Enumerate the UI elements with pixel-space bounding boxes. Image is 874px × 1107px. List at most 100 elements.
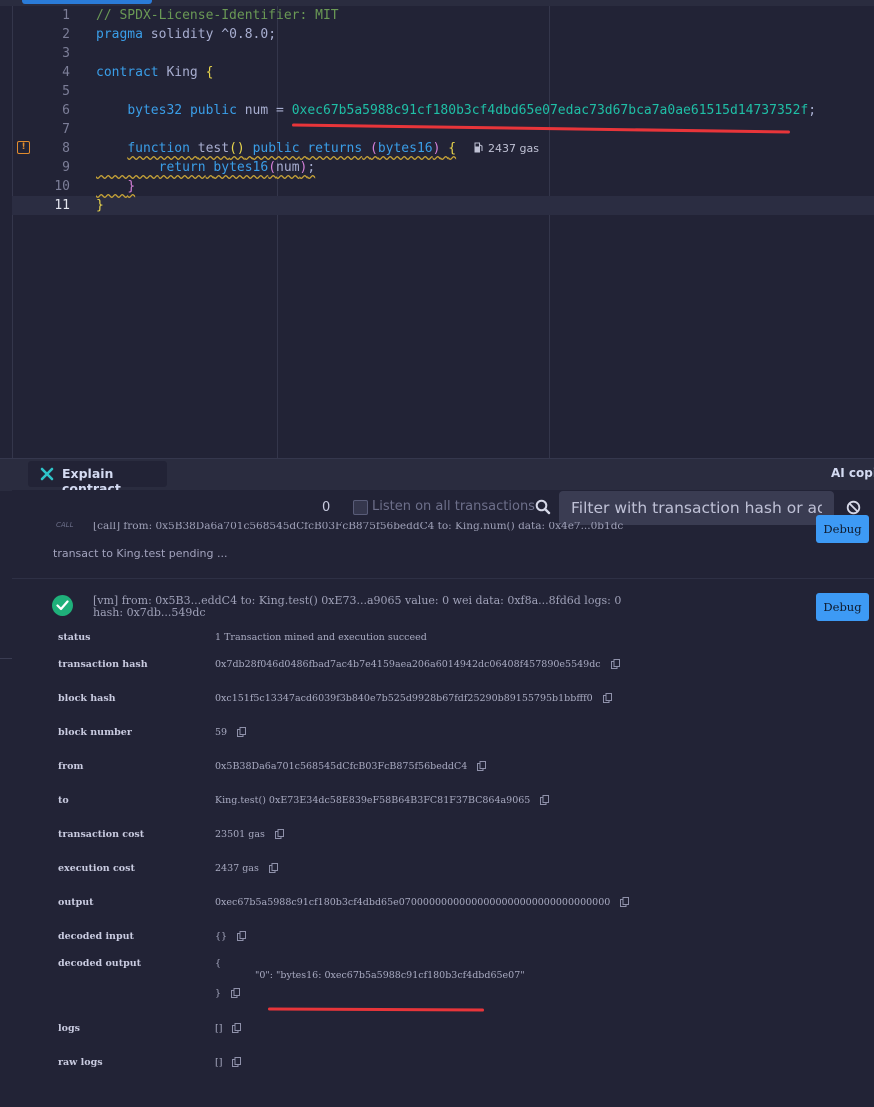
clear-console-icon[interactable]: [846, 500, 861, 515]
copy-icon[interactable]: [602, 693, 612, 703]
editor-column-guide: [549, 6, 550, 458]
left-panel-divider: [0, 658, 12, 659]
copy-icon[interactable]: [477, 761, 487, 771]
copy-icon[interactable]: [237, 931, 247, 941]
paren: ): [432, 141, 441, 156]
line-number: 4: [62, 65, 70, 80]
call-tag: CALL: [56, 521, 74, 529]
function-name: test: [197, 141, 230, 156]
copy-icon[interactable]: [232, 1057, 242, 1067]
output-row: 0xec67b5a5988c91cf180b3cf4dbd65e07000000…: [215, 897, 630, 908]
pending-tx-count: 0: [322, 500, 331, 515]
logs-value: []: [215, 1023, 223, 1034]
code-line-10: }: [96, 179, 135, 194]
decoded-output-open: {: [215, 958, 222, 969]
cast-call: bytes16: [213, 160, 269, 175]
type-keyword: bytes32: [127, 103, 183, 118]
transaction-filter-input[interactable]: [559, 491, 834, 525]
line-number: 11: [54, 198, 70, 213]
raw-logs-row: []: [215, 1057, 242, 1068]
decoded-input-row: {}: [215, 931, 247, 942]
success-check-icon: [52, 595, 73, 616]
return-keyword: return: [158, 160, 206, 175]
logs-label: logs: [58, 1023, 80, 1034]
status-value: 1 Transaction mined and execution succee…: [215, 632, 427, 643]
copy-icon[interactable]: [231, 988, 241, 998]
line-number: 1: [62, 8, 70, 23]
contract-name: King: [166, 65, 198, 80]
decoded-output-entry: "0": "bytes16: 0xec67b5a5988c91cf180b3cf…: [255, 970, 525, 981]
active-tab-indicator[interactable]: [22, 0, 152, 4]
to-value: King.test() 0xE73E34dc58E839eF58B64B3FC8…: [215, 795, 531, 806]
line-number: 6: [62, 103, 70, 118]
tx-hash-row: 0x7db28f046d0486fbad7ac4b7e4159aea206a60…: [215, 659, 620, 670]
code-line-6: bytes32 public num = 0xec67b5a5988c91cf1…: [96, 103, 816, 118]
editor-left-border: [12, 6, 13, 458]
code-line-2: pragma solidity ^0.8.0;: [96, 27, 276, 42]
copy-icon[interactable]: [274, 829, 284, 839]
brace: }: [127, 179, 136, 194]
assign-operator: =: [276, 103, 284, 118]
vm-hash-line: hash: 0x7db...549dc: [93, 606, 206, 619]
debug-button[interactable]: Debug: [816, 593, 869, 621]
raw-logs-label: raw logs: [58, 1057, 103, 1068]
editor-column-guide: [277, 6, 278, 458]
code-line-11: }: [96, 198, 104, 213]
pragma-version: ^0.8.0;: [221, 27, 277, 42]
ai-copilot-label[interactable]: AI copil: [831, 466, 874, 480]
search-icon[interactable]: [535, 499, 551, 515]
code-line-8: function test() public returns (bytes16)…: [96, 141, 456, 156]
line-number: 2: [62, 27, 70, 42]
brace: {: [205, 65, 214, 80]
line-number: 5: [62, 84, 70, 99]
tx-cost-label: transaction cost: [58, 829, 145, 840]
semicolon: ;: [808, 103, 817, 118]
decoded-output-close: }: [215, 988, 222, 999]
line-number: 9: [62, 160, 70, 175]
listen-all-label: Listen on all transactions: [372, 499, 535, 514]
variable-name: num: [244, 103, 269, 118]
exec-cost-label: execution cost: [58, 863, 135, 874]
warning-icon[interactable]: !: [17, 141, 30, 154]
block-number-row: 59: [215, 727, 247, 738]
license-comment: // SPDX-License-Identifier: MIT: [96, 8, 339, 23]
block-hash-row: 0xc151f5c13347acd6039f3b840e7b525d9928b6…: [215, 693, 612, 704]
line-number: 10: [54, 179, 70, 194]
copy-icon[interactable]: [237, 727, 247, 737]
visibility-keyword: public: [252, 141, 300, 156]
returns-keyword: returns: [307, 141, 363, 156]
from-row: 0x5B38Da6a701c568545dCfcB03FcB875f56bedd…: [215, 761, 487, 772]
exec-cost-value: 2437 gas: [215, 863, 259, 874]
from-label: from: [58, 761, 84, 772]
code-line-9: return bytes16(num);: [96, 160, 316, 175]
semicolon: ;: [307, 160, 316, 175]
copy-icon[interactable]: [268, 863, 278, 873]
block-number-label: block number: [58, 727, 132, 738]
listen-all-checkbox[interactable]: [353, 500, 368, 515]
tx-cost-value: 23501 gas: [215, 829, 265, 840]
copy-icon[interactable]: [540, 795, 550, 805]
return-type: bytes16: [377, 141, 433, 156]
raw-logs-value: []: [215, 1057, 223, 1068]
exec-cost-row: 2437 gas: [215, 863, 278, 874]
copy-icon[interactable]: [610, 659, 620, 669]
log-divider: [12, 578, 874, 579]
copy-icon[interactable]: [620, 897, 630, 907]
tx-hash-label: transaction hash: [58, 659, 148, 670]
argument: num: [276, 160, 300, 175]
tx-cost-row: 23501 gas: [215, 829, 284, 840]
paren: (: [369, 141, 378, 156]
debug-button[interactable]: Debug: [816, 515, 869, 543]
decoded-output-label: decoded output: [58, 958, 142, 969]
pragma-ident: solidity: [150, 27, 214, 42]
copy-icon[interactable]: [232, 1023, 242, 1033]
code-line-1: // SPDX-License-Identifier: MIT: [96, 8, 339, 23]
gas-pump-icon: [474, 142, 483, 153]
function-keyword: function: [127, 141, 190, 156]
explain-contract-button[interactable]: Explain contract: [28, 461, 167, 496]
from-value: 0x5B38Da6a701c568545dCfcB03FcB875f56bedd…: [215, 761, 468, 772]
ai-spark-icon: [40, 467, 54, 481]
hex-literal: 0xec67b5a5988c91cf180b3cf4dbd65e07edac73…: [291, 103, 809, 118]
visibility-keyword: public: [189, 103, 237, 118]
decoded-output-close-row: }: [215, 988, 241, 999]
